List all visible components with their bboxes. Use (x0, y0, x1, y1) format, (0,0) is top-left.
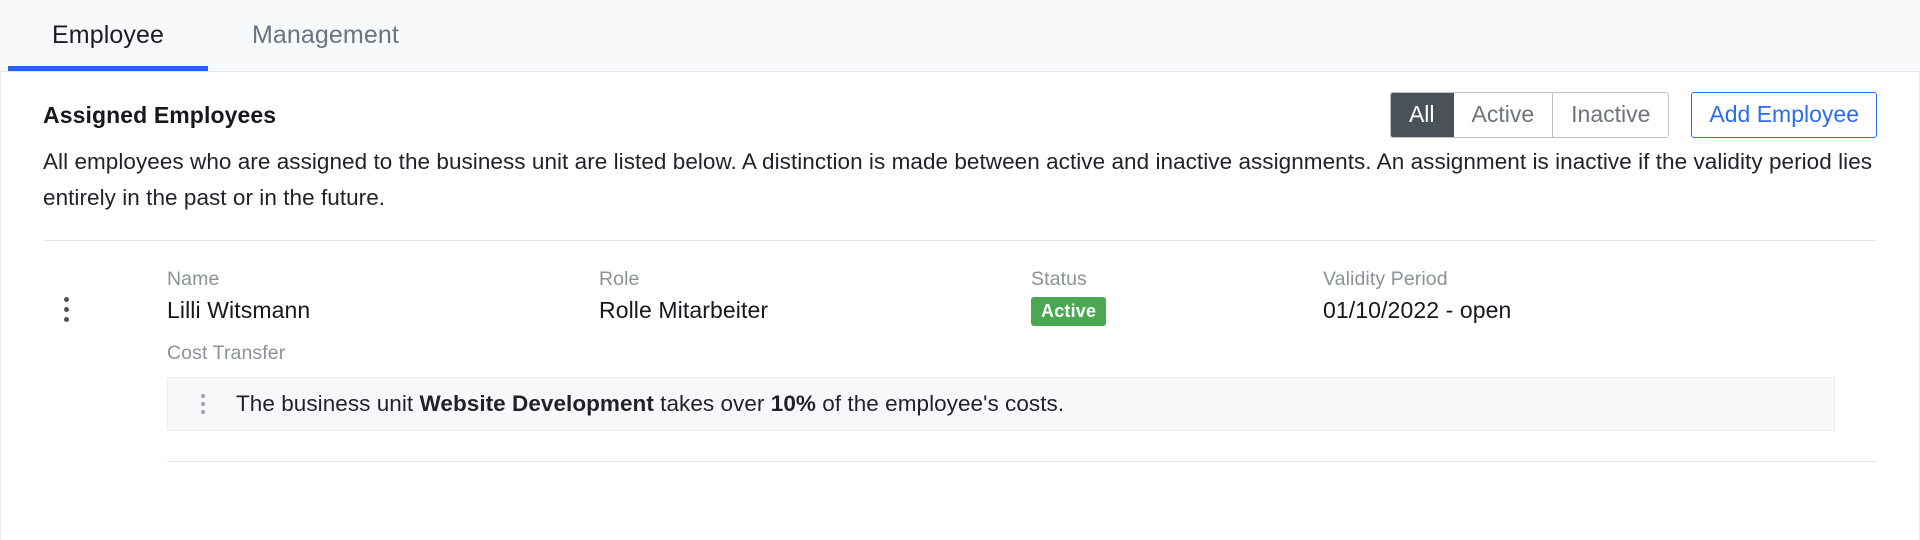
cost-transfer-label: Cost Transfer (167, 342, 286, 364)
field-status: Status Active (1031, 267, 1323, 326)
tab-management[interactable]: Management (208, 0, 443, 71)
dot (63, 297, 69, 302)
dot (201, 394, 205, 398)
section-description: All employees who are assigned to the bu… (43, 149, 1873, 210)
status-badge: Active (1031, 297, 1107, 326)
dot (63, 317, 69, 322)
cost-transfer-prefix: The business unit (236, 391, 420, 416)
status-filter-group: All Active Inactive (1389, 92, 1670, 138)
page-title: Assigned Employees (43, 101, 277, 128)
cost-transfer-overflow-menu-icon[interactable] (188, 394, 218, 414)
field-validity-period: Validity Period 01/10/2022 - open (1323, 267, 1743, 327)
tab-management-label: Management (251, 21, 399, 49)
field-role: Role Rolle Mitarbeiter (599, 267, 1031, 327)
tab-bar: Employee Management (0, 0, 1920, 72)
cost-transfer-text: The business unit Website Development ta… (236, 391, 1064, 417)
cost-transfer-row: The business unit Website Development ta… (167, 377, 1835, 431)
add-employee-button[interactable]: Add Employee (1691, 92, 1877, 138)
cell-validity-period: 01/10/2022 - open (1323, 297, 1512, 323)
column-header-name: Name (167, 268, 220, 290)
content-card: Assigned Employees All Active Inactive A… (0, 72, 1920, 540)
row-fields: Name Lilli Witsmann Role Rolle Mitarbeit… (167, 267, 1877, 327)
column-header-role: Role (599, 268, 640, 290)
cell-name: Lilli Witsmann (167, 297, 311, 323)
dot (63, 307, 69, 312)
section-header: Assigned Employees All Active Inactive A… (43, 72, 1877, 138)
cost-transfer-middle: takes over (653, 391, 771, 416)
tab-employee-label: Employee (52, 21, 164, 49)
cost-transfer-business-unit: Website Development (419, 391, 654, 416)
column-header-status: Status (1031, 268, 1087, 290)
dot (201, 402, 205, 406)
filter-inactive-button[interactable]: Inactive (1553, 93, 1669, 137)
row-content: Name Lilli Witsmann Role Rolle Mitarbeit… (89, 267, 1877, 462)
header-controls: All Active Inactive Add Employee (1389, 92, 1877, 138)
tab-list: Employee Management (0, 0, 1920, 71)
cell-role: Rolle Mitarbeiter (599, 297, 769, 323)
tab-employee[interactable]: Employee (8, 0, 208, 71)
row-overflow-menu-icon[interactable] (43, 267, 89, 322)
cost-transfer-percent: 10% (770, 391, 816, 416)
table-row: Name Lilli Witsmann Role Rolle Mitarbeit… (43, 241, 1877, 462)
dot (201, 410, 205, 414)
filter-all-button[interactable]: All (1390, 93, 1454, 137)
column-header-validity-period: Validity Period (1323, 268, 1448, 290)
field-name: Name Lilli Witsmann (167, 267, 599, 327)
employee-assignment-panel: Employee Management Assigned Employees A… (0, 0, 1920, 540)
filter-active-button[interactable]: Active (1453, 93, 1554, 137)
cost-transfer-suffix: of the employee's costs. (815, 391, 1065, 416)
row-divider (167, 461, 1877, 462)
